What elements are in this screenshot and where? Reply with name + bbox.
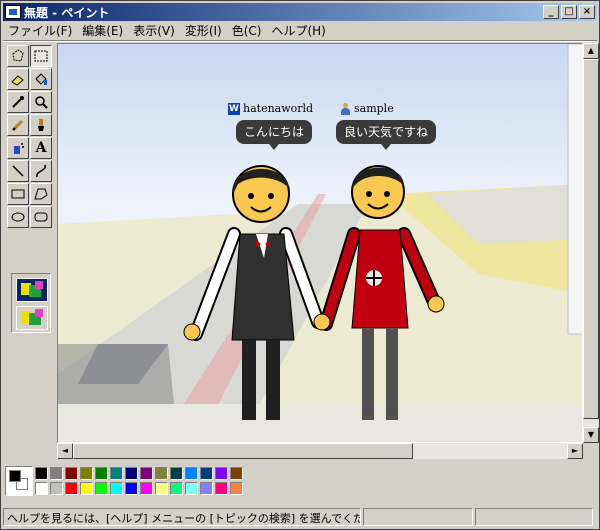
- color-palette: [5, 464, 245, 498]
- current-colors: [5, 466, 33, 496]
- palette-swatch[interactable]: [80, 467, 93, 480]
- avatar-figures: [183, 165, 445, 420]
- menu-help[interactable]: ヘルプ(H): [266, 22, 330, 39]
- palette-swatch[interactable]: [155, 482, 168, 495]
- palette-swatch[interactable]: [170, 482, 183, 495]
- user2-avatar: [313, 165, 445, 420]
- title-bar[interactable]: 無題 - ペイント _ □ ×: [3, 3, 597, 21]
- drawing-canvas[interactable]: W hatenaworld sample こんにちは 良い天気ですね: [57, 43, 583, 443]
- palette-swatch[interactable]: [230, 482, 243, 495]
- move-cursor-icon: [366, 270, 382, 286]
- scroll-down-button[interactable]: ▼: [583, 427, 599, 443]
- palette-swatch[interactable]: [200, 482, 213, 495]
- menu-colors[interactable]: 色(C): [227, 22, 267, 39]
- palette-swatch[interactable]: [110, 482, 123, 495]
- palette-swatch[interactable]: [230, 467, 243, 480]
- palette-swatch[interactable]: [95, 482, 108, 495]
- transparent-option-on[interactable]: [16, 306, 48, 330]
- palette-swatch[interactable]: [140, 467, 153, 480]
- menu-separator: [3, 40, 597, 42]
- rounded-rect-icon[interactable]: [30, 206, 52, 228]
- scroll-right-button[interactable]: ►: [567, 443, 583, 459]
- ellipse-icon[interactable]: [7, 206, 29, 228]
- palette-swatch[interactable]: [125, 467, 138, 480]
- eraser-icon[interactable]: [7, 68, 29, 90]
- curve-icon[interactable]: [30, 160, 52, 182]
- horizontal-scrollbar[interactable]: ◄ ►: [57, 443, 583, 459]
- paint-app-icon: [5, 5, 21, 19]
- vertical-scrollbar[interactable]: ▲ ▼: [583, 43, 599, 443]
- palette-swatch[interactable]: [215, 467, 228, 480]
- menu-bar: ファイル(F) 編集(E) 表示(V) 変形(I) 色(C) ヘルプ(H): [3, 21, 597, 39]
- maximize-button[interactable]: □: [561, 5, 577, 19]
- fill-icon[interactable]: [30, 68, 52, 90]
- airbrush-icon[interactable]: [7, 137, 29, 159]
- scroll-left-button[interactable]: ◄: [57, 443, 73, 459]
- line-icon[interactable]: [7, 160, 29, 182]
- rectangle-icon[interactable]: [7, 183, 29, 205]
- menu-file[interactable]: ファイル(F): [3, 22, 77, 39]
- palette-swatch[interactable]: [155, 467, 168, 480]
- toolbox: A: [5, 43, 55, 453]
- window-title: 無題 - ペイント: [24, 5, 110, 20]
- status-bar: ヘルプを見るには、[ヘルプ] メニューの [トピックの検索] を選んでください。: [3, 508, 597, 528]
- palette-swatch[interactable]: [185, 482, 198, 495]
- palette-swatch[interactable]: [95, 467, 108, 480]
- pencil-icon[interactable]: [7, 114, 29, 136]
- palette-swatch[interactable]: [35, 467, 48, 480]
- horizontal-scroll-thumb[interactable]: [73, 443, 413, 459]
- palette-swatch[interactable]: [35, 482, 48, 495]
- close-button[interactable]: ×: [579, 5, 595, 19]
- menu-edit[interactable]: 編集(E): [77, 22, 128, 39]
- polygon-icon[interactable]: [30, 183, 52, 205]
- menu-view[interactable]: 表示(V): [128, 22, 180, 39]
- magnifier-icon[interactable]: [30, 91, 52, 113]
- foreground-color: [9, 470, 21, 482]
- menu-image[interactable]: 変形(I): [180, 22, 227, 39]
- free-select-icon[interactable]: [7, 45, 29, 67]
- picker-icon[interactable]: [7, 91, 29, 113]
- brush-icon[interactable]: [30, 114, 52, 136]
- status-size: [475, 508, 593, 526]
- transparent-option-off[interactable]: [16, 278, 48, 302]
- palette-swatch[interactable]: [65, 467, 78, 480]
- tool-options: [11, 273, 51, 333]
- palette-swatch[interactable]: [170, 467, 183, 480]
- palette-swatch[interactable]: [200, 467, 213, 480]
- minimize-button[interactable]: _: [543, 5, 559, 19]
- scroll-up-button[interactable]: ▲: [583, 43, 599, 59]
- palette-swatch[interactable]: [215, 482, 228, 495]
- palette-swatch[interactable]: [110, 467, 123, 480]
- palette-swatch[interactable]: [80, 482, 93, 495]
- palette-swatch[interactable]: [65, 482, 78, 495]
- palette-swatch[interactable]: [50, 467, 63, 480]
- palette-swatch[interactable]: [185, 467, 198, 480]
- palette-swatch[interactable]: [140, 482, 153, 495]
- rect-select-icon[interactable]: [30, 45, 52, 67]
- paint-window: 無題 - ペイント _ □ × ファイル(F) 編集(E) 表示(V) 変形(I…: [0, 0, 600, 530]
- palette-swatch[interactable]: [50, 482, 63, 495]
- text-icon[interactable]: A: [30, 137, 52, 159]
- status-help-text: ヘルプを見るには、[ヘルプ] メニューの [トピックの検索] を選んでください。: [3, 508, 361, 526]
- vertical-scroll-thumb[interactable]: [583, 59, 599, 419]
- status-coords: [363, 508, 473, 526]
- palette-swatch[interactable]: [125, 482, 138, 495]
- user1-avatar: [183, 165, 325, 420]
